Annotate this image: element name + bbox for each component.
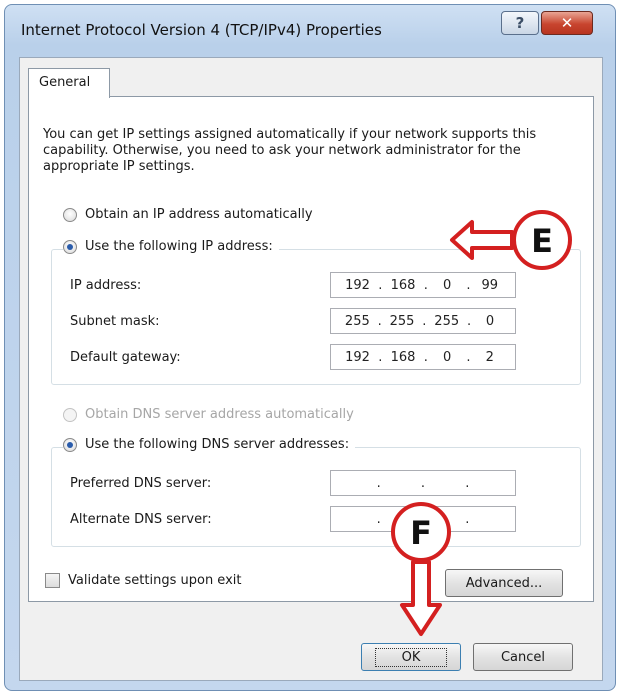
octet-dot: . xyxy=(376,475,381,491)
octet-dot: . xyxy=(423,349,428,365)
default-gateway-label: Default gateway: xyxy=(70,350,181,365)
general-panel: You can get IP settings assigned automat… xyxy=(28,96,594,602)
cancel-button[interactable]: Cancel xyxy=(473,643,573,671)
ok-button[interactable]: OK xyxy=(361,643,461,671)
advanced-button[interactable]: Advanced... xyxy=(445,569,563,597)
ip-auto-radio[interactable] xyxy=(63,207,77,222)
ip-manual-radio[interactable] xyxy=(63,239,77,254)
octet-dot: . xyxy=(378,349,383,365)
dns-manual-option[interactable]: Use the following DNS server addresses: xyxy=(63,437,356,452)
ip-auto-option[interactable]: Obtain an IP address automatically xyxy=(63,207,313,222)
octet-dot: . xyxy=(466,313,472,329)
ip-octet: 255 xyxy=(389,313,415,329)
help-button[interactable]: ? xyxy=(501,11,539,35)
octet-dot: . xyxy=(422,313,427,329)
ip-octet: 168 xyxy=(390,277,416,293)
title-bar[interactable]: Internet Protocol Version 4 (TCP/IPv4) P… xyxy=(5,5,615,57)
ip-address-input[interactable]: 192. 168. 0. 99 xyxy=(330,272,516,298)
octet-dot: . xyxy=(465,475,470,491)
ip-octet: 168 xyxy=(390,349,416,365)
radio-selected-dot xyxy=(67,441,73,448)
alternate-dns-label: Alternate DNS server: xyxy=(70,512,212,527)
ip-settings-group: IP address: 192. 168. 0. 99 Subnet mask:… xyxy=(51,249,581,385)
ip-octet: 255 xyxy=(344,313,370,329)
window-title: Internet Protocol Version 4 (TCP/IPv4) P… xyxy=(21,21,382,39)
octet-dot: . xyxy=(423,277,428,293)
ip-octet: 192 xyxy=(345,277,370,293)
close-button[interactable]: ✕ xyxy=(541,11,593,35)
ip-octet: 99 xyxy=(481,277,499,293)
octet-dot: . xyxy=(420,475,426,491)
ok-button-label: OK xyxy=(374,647,448,667)
validate-label: Validate settings upon exit xyxy=(68,573,242,588)
ip-octet: 255 xyxy=(434,313,460,329)
dns-auto-label: Obtain DNS server address automatically xyxy=(85,407,354,422)
dns-auto-option: Obtain DNS server address automatically xyxy=(63,407,354,422)
ip-auto-label: Obtain an IP address automatically xyxy=(85,207,313,222)
ip-octet: 0 xyxy=(442,277,452,293)
validate-checkbox[interactable] xyxy=(45,573,60,588)
subnet-mask-input[interactable]: 255. 255. 255. 0 xyxy=(330,308,516,334)
ip-manual-option[interactable]: Use the following IP address: xyxy=(63,239,279,254)
validate-option[interactable]: Validate settings upon exit xyxy=(45,573,241,588)
ip-address-label: IP address: xyxy=(70,278,142,293)
octet-dot: . xyxy=(377,313,382,329)
ip-octet: 0 xyxy=(485,313,495,329)
octet-dot: . xyxy=(465,511,470,527)
ip-octet: 2 xyxy=(485,349,494,365)
preferred-dns-label: Preferred DNS server: xyxy=(70,476,212,491)
intro-text: You can get IP settings assigned automat… xyxy=(43,127,537,174)
ip-octet: 192 xyxy=(345,349,370,365)
dns-settings-group: Preferred DNS server: . . . Alternate DN… xyxy=(51,447,581,547)
preferred-dns-input[interactable]: . . . xyxy=(330,470,516,496)
ip-octet: 0 xyxy=(442,349,452,365)
octet-dot: . xyxy=(376,511,381,527)
octet-dot: . xyxy=(466,277,471,293)
default-gateway-input[interactable]: 192. 168. 0. 2 xyxy=(330,344,516,370)
dns-manual-radio[interactable] xyxy=(63,437,77,452)
octet-dot: . xyxy=(466,349,471,365)
subnet-mask-label: Subnet mask: xyxy=(70,314,160,329)
radio-selected-dot xyxy=(67,243,73,250)
dns-auto-radio xyxy=(63,407,77,422)
octet-dot: . xyxy=(378,277,383,293)
ip-manual-label: Use the following IP address: xyxy=(85,239,273,254)
octet-dot: . xyxy=(420,511,426,527)
dialog-window: Internet Protocol Version 4 (TCP/IPv4) P… xyxy=(4,4,616,691)
tab-general[interactable]: General xyxy=(28,68,110,98)
alternate-dns-input[interactable]: . . . xyxy=(330,506,516,532)
dns-manual-label: Use the following DNS server addresses: xyxy=(85,437,350,452)
